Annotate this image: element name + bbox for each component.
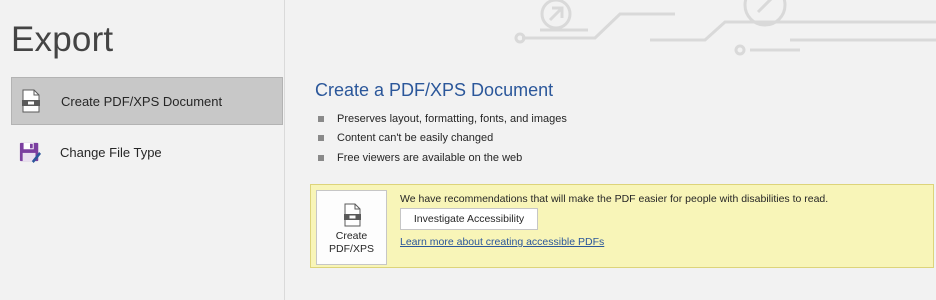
list-item: Content can't be easily changed: [315, 129, 567, 149]
learn-more-link[interactable]: Learn more about creating accessible PDF…: [400, 236, 604, 248]
pdf-document-icon: [20, 88, 42, 114]
bullet-icon: [318, 115, 324, 122]
save-as-icon: [19, 139, 41, 165]
bullet-icon: [318, 154, 324, 161]
backstage-export-page: Export Create PDF/XPS Document Change Fi…: [0, 0, 936, 300]
list-item: Free viewers are available on the web: [315, 148, 567, 168]
main-content: Create a PDF/XPS Document Preserves layo…: [315, 80, 567, 168]
circuit-decoration: [514, 0, 936, 56]
list-item-text: Free viewers are available on the web: [337, 151, 523, 164]
feature-list: Preserves layout, formatting, fonts, and…: [315, 109, 567, 168]
sidebar-item-label: Create PDF/XPS Document: [61, 93, 223, 109]
sidebar-item-change-file-type[interactable]: Change File Type: [11, 128, 283, 176]
list-item-text: Preserves layout, formatting, fonts, and…: [337, 112, 567, 125]
sidebar-item-create-pdf-xps[interactable]: Create PDF/XPS Document: [11, 77, 283, 125]
create-button-label: Create PDF/XPS: [329, 230, 374, 255]
create-pdf-panel: Create PDF/XPS We have recommendations t…: [310, 184, 934, 268]
pdf-document-icon: [343, 203, 361, 227]
section-title: Create a PDF/XPS Document: [315, 80, 554, 100]
sidebar: Export Create PDF/XPS Document Change Fi…: [0, 0, 285, 300]
list-item: Preserves layout, formatting, fonts, and…: [315, 109, 567, 129]
accessibility-recommendation: We have recommendations that will make t…: [400, 193, 829, 205]
investigate-accessibility-button[interactable]: Investigate Accessibility: [400, 208, 538, 230]
create-pdf-xps-button[interactable]: Create PDF/XPS: [316, 190, 387, 265]
sidebar-item-label: Change File Type: [60, 144, 162, 160]
list-item-text: Content can't be easily changed: [337, 132, 494, 145]
bullet-icon: [318, 135, 324, 142]
page-title: Export: [11, 20, 114, 59]
